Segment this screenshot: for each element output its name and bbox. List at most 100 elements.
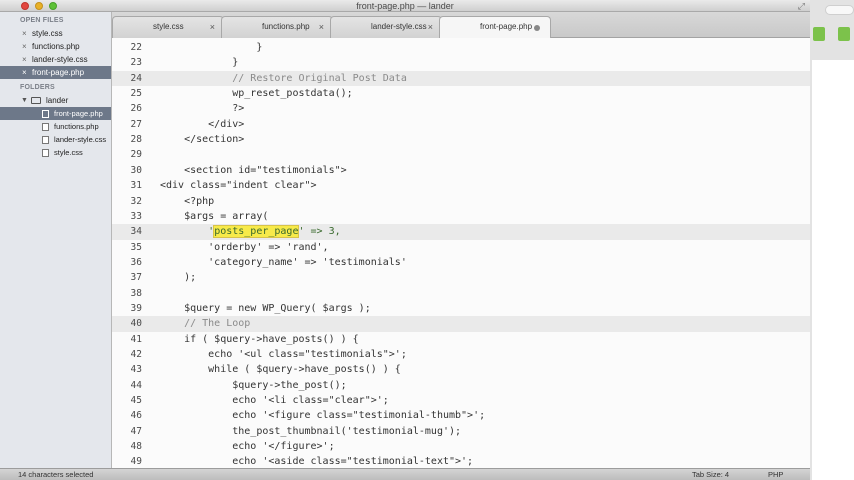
code-line[interactable]: 48 echo '</figure>'; [112, 439, 810, 454]
open-file-item[interactable]: × style.css [0, 27, 111, 40]
code-line[interactable]: 24 // Restore Original Post Data [112, 70, 810, 87]
line-number: 30 [130, 164, 142, 176]
close-file-icon[interactable]: × [22, 40, 27, 53]
code-line[interactable]: 46 echo '<figure class="testimonial-thum… [112, 408, 810, 423]
line-number: 38 [130, 287, 142, 299]
code-text: <div class="indent clear"> [160, 180, 317, 192]
code-editor[interactable]: 22 } 23 } 24 // Restore Original Post Data… [112, 38, 810, 468]
close-tab-icon[interactable]: × [428, 17, 433, 37]
close-file-icon[interactable]: × [22, 53, 27, 66]
line-number: 40 [130, 318, 142, 330]
folder-file-item[interactable]: functions.php [0, 120, 111, 133]
file-icon [42, 123, 49, 131]
code-text: if ( $query->have_posts() ) { [160, 333, 359, 345]
line-number: 34 [130, 226, 142, 238]
code-line[interactable]: 22 } [112, 40, 810, 55]
code-line[interactable]: 43 while ( $query->have_posts() ) { [112, 362, 810, 377]
folders-header: FOLDERS [20, 84, 55, 91]
line-number: 24 [130, 72, 142, 84]
close-tab-icon[interactable]: × [319, 17, 324, 37]
folder-file-item[interactable]: lander-style.css [0, 133, 111, 146]
code-line[interactable]: 33 $args = array( [112, 209, 810, 224]
folder-file-label: functions.php [54, 122, 99, 131]
code-line[interactable]: 28 </section> [112, 132, 810, 147]
tab-size-selector[interactable]: Tab Size: 4 [692, 469, 729, 480]
tab-lander-style-css[interactable]: lander-style.css × [330, 16, 442, 38]
code-text: 'posts_per_page' => 3, [160, 224, 341, 239]
code-line[interactable]: 45 echo '<li class="clear">'; [112, 393, 810, 408]
background-panel [812, 60, 854, 480]
code-line[interactable]: 42 echo '<ul class="testimonials">'; [112, 347, 810, 362]
code-line[interactable]: 34 'posts_per_page' => 3, [112, 224, 810, 240]
code-text: wp_reset_postdata(); [160, 88, 353, 100]
selected-text: posts_per_page [213, 225, 300, 239]
folder-file-item[interactable]: style.css [0, 146, 111, 159]
open-file-label: lander-style.css [32, 55, 88, 64]
code-line[interactable]: 32 <?php [112, 194, 810, 209]
open-file-item[interactable]: × functions.php [0, 40, 111, 53]
code-line[interactable]: 35 'orderby' => 'rand', [112, 240, 810, 255]
code-segment: ' [160, 226, 215, 238]
code-line[interactable]: 40 // The Loop [112, 316, 810, 332]
tab-label: functions.php [262, 22, 310, 31]
code-text: } [160, 42, 263, 53]
code-text: <?php [160, 195, 215, 207]
code-text: echo '<ul class="testimonials">'; [160, 349, 407, 360]
line-number: 33 [130, 210, 142, 222]
line-number: 44 [130, 379, 142, 391]
code-line[interactable]: 23 } [112, 55, 810, 70]
code-text: </section> [160, 134, 245, 146]
code-text: echo '<li class="clear">'; [160, 395, 389, 407]
code-line[interactable]: 49 echo '<aside class="testimonial-text"… [112, 454, 810, 468]
open-file-item[interactable]: × lander-style.css [0, 53, 111, 66]
folder-file-item[interactable]: front-page.php [0, 107, 111, 120]
line-number: 37 [130, 272, 142, 284]
folder-icon [31, 97, 41, 104]
line-number: 25 [130, 88, 142, 100]
tab-front-page-php[interactable]: front-page.php [439, 16, 551, 39]
line-number: 42 [130, 349, 142, 360]
editor-window: front-page.php — lander ⤢ OPEN FILES × st… [0, 0, 810, 480]
code-line[interactable]: 26 ?> [112, 101, 810, 116]
line-number: 39 [130, 302, 142, 314]
code-line[interactable]: 30 <section id="testimonials"> [112, 163, 810, 178]
tab-style-css[interactable]: style.css × [112, 16, 224, 38]
line-number: 48 [130, 441, 142, 453]
code-text: // The Loop [160, 318, 251, 330]
line-number: 26 [130, 103, 142, 115]
folder-file-label: style.css [54, 148, 83, 157]
code-line[interactable]: 39 $query = new WP_Query( $args ); [112, 301, 810, 316]
line-number: 45 [130, 395, 142, 407]
tab-label: front-page.php [480, 22, 533, 31]
unsaved-indicator-icon[interactable] [534, 25, 540, 31]
open-file-label: front-page.php [32, 68, 85, 77]
disclosure-triangle-icon[interactable]: ▼ [21, 94, 28, 107]
code-line[interactable]: 38 [112, 286, 810, 301]
code-text: // Restore Original Post Data [160, 72, 407, 84]
close-tab-icon[interactable]: × [210, 17, 215, 37]
fullscreen-icon[interactable]: ⤢ [798, 1, 805, 12]
line-number: 43 [130, 364, 142, 376]
code-text: 'orderby' => 'rand', [160, 241, 329, 253]
code-line[interactable]: 36 'category_name' => 'testimonials' [112, 255, 810, 270]
open-files-header: OPEN FILES [20, 17, 64, 24]
code-line[interactable]: 27 </div> [112, 117, 810, 132]
open-file-item[interactable]: × front-page.php [0, 66, 111, 79]
close-file-icon[interactable]: × [22, 66, 27, 79]
code-text: ); [160, 272, 197, 284]
code-line[interactable]: 44 $query->the_post(); [112, 378, 810, 393]
close-file-icon[interactable]: × [22, 27, 27, 40]
code-text: echo '<figure class="testimonial-thumb">… [160, 410, 486, 422]
code-line[interactable]: 37 ); [112, 270, 810, 285]
folder-lander[interactable]: ▼ lander [0, 94, 111, 107]
code-text: <section id="testimonials"> [160, 164, 347, 176]
code-line[interactable]: 41 if ( $query->have_posts() ) { [112, 332, 810, 347]
code-line[interactable]: 31 <div class="indent clear"> [112, 178, 810, 193]
file-icon [42, 136, 49, 144]
syntax-selector[interactable]: PHP [768, 469, 783, 480]
code-line[interactable]: 47 the_post_thumbnail('testimonial-mug')… [112, 424, 810, 439]
tab-bar: style.css × functions.php × lander-style.css… [112, 12, 810, 39]
code-line[interactable]: 29 [112, 147, 810, 162]
code-line[interactable]: 25 wp_reset_postdata(); [112, 86, 810, 101]
tab-functions-php[interactable]: functions.php × [221, 16, 333, 38]
